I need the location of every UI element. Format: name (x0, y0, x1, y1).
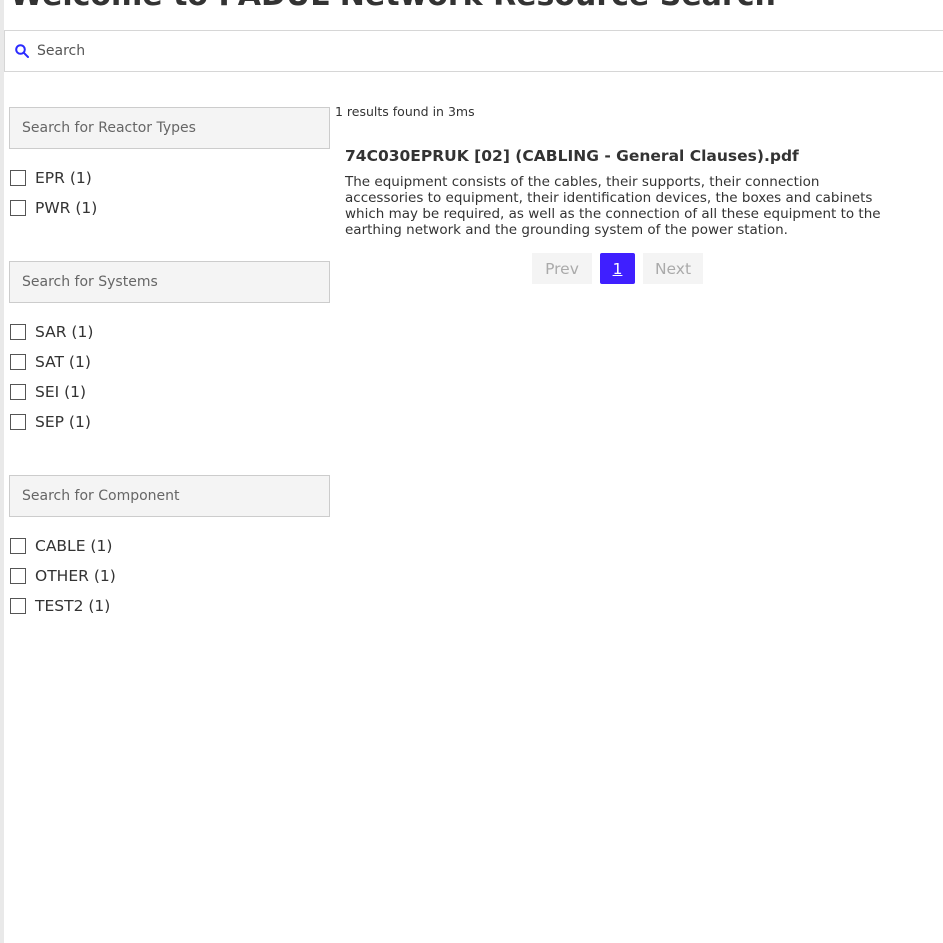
result-item: 74C030EPRUK [02] (CABLING - General Clau… (335, 147, 935, 238)
checkbox[interactable] (10, 538, 26, 554)
facet-item-label: SAT (1) (35, 353, 91, 371)
result-description: The equipment consists of the cables, th… (345, 174, 881, 238)
facet-item-label: SEI (1) (35, 383, 87, 401)
checkbox[interactable] (10, 324, 26, 340)
systems-search-input[interactable] (9, 261, 330, 303)
facet-item-epr[interactable]: EPR (1) (9, 163, 330, 193)
facet-group-systems: SAR (1) SAT (1) SEI (1) SEP (1) (9, 261, 330, 437)
checkbox[interactable] (10, 354, 26, 370)
page-1-button[interactable]: 1 (600, 253, 635, 284)
facet-item-cable[interactable]: CABLE (1) (9, 531, 330, 561)
facet-item-sat[interactable]: SAT (1) (9, 347, 330, 377)
facet-item-other[interactable]: OTHER (1) (9, 561, 330, 591)
checkbox[interactable] (10, 598, 26, 614)
facet-item-label: SEP (1) (35, 413, 91, 431)
checkbox[interactable] (10, 200, 26, 216)
reactor-types-list: EPR (1) PWR (1) (9, 163, 330, 223)
result-title[interactable]: 74C030EPRUK [02] (CABLING - General Clau… (345, 147, 935, 165)
search-input[interactable] (37, 36, 917, 66)
facet-group-component: CABLE (1) OTHER (1) TEST2 (1) (9, 475, 330, 621)
facet-item-sei[interactable]: SEI (1) (9, 377, 330, 407)
systems-list: SAR (1) SAT (1) SEI (1) SEP (1) (9, 317, 330, 437)
facet-item-sar[interactable]: SAR (1) (9, 317, 330, 347)
checkbox[interactable] (10, 568, 26, 584)
filter-sidebar: EPR (1) PWR (1) SAR (1) SAT (1) (9, 107, 330, 659)
component-search-input[interactable] (9, 475, 330, 517)
checkbox[interactable] (10, 170, 26, 186)
facet-item-test2[interactable]: TEST2 (1) (9, 591, 330, 621)
search-bar (4, 30, 943, 72)
facet-item-label: SAR (1) (35, 323, 94, 341)
results-count: 1 results found in 3ms (335, 104, 475, 119)
checkbox[interactable] (10, 414, 26, 430)
checkbox[interactable] (10, 384, 26, 400)
facet-item-pwr[interactable]: PWR (1) (9, 193, 330, 223)
facet-item-label: EPR (1) (35, 169, 92, 187)
app-frame: Welcome to PADUL Network Resource Search… (0, 0, 943, 943)
facet-item-label: OTHER (1) (35, 567, 116, 585)
facet-item-label: TEST2 (1) (35, 597, 111, 615)
prev-page-button[interactable]: Prev (532, 253, 592, 284)
facet-item-label: PWR (1) (35, 199, 98, 217)
page-title: Welcome to PADUL Network Resource Search (10, 0, 776, 13)
facet-group-reactor-types: EPR (1) PWR (1) (9, 107, 330, 223)
pagination: Prev 1 Next (532, 253, 703, 284)
facet-item-label: CABLE (1) (35, 537, 113, 555)
reactor-types-search-input[interactable] (9, 107, 330, 149)
next-page-button[interactable]: Next (643, 253, 703, 284)
search-icon (15, 43, 31, 59)
component-list: CABLE (1) OTHER (1) TEST2 (1) (9, 531, 330, 621)
facet-item-sep[interactable]: SEP (1) (9, 407, 330, 437)
results-panel: 1 results found in 3ms 74C030EPRUK [02] … (335, 104, 935, 284)
